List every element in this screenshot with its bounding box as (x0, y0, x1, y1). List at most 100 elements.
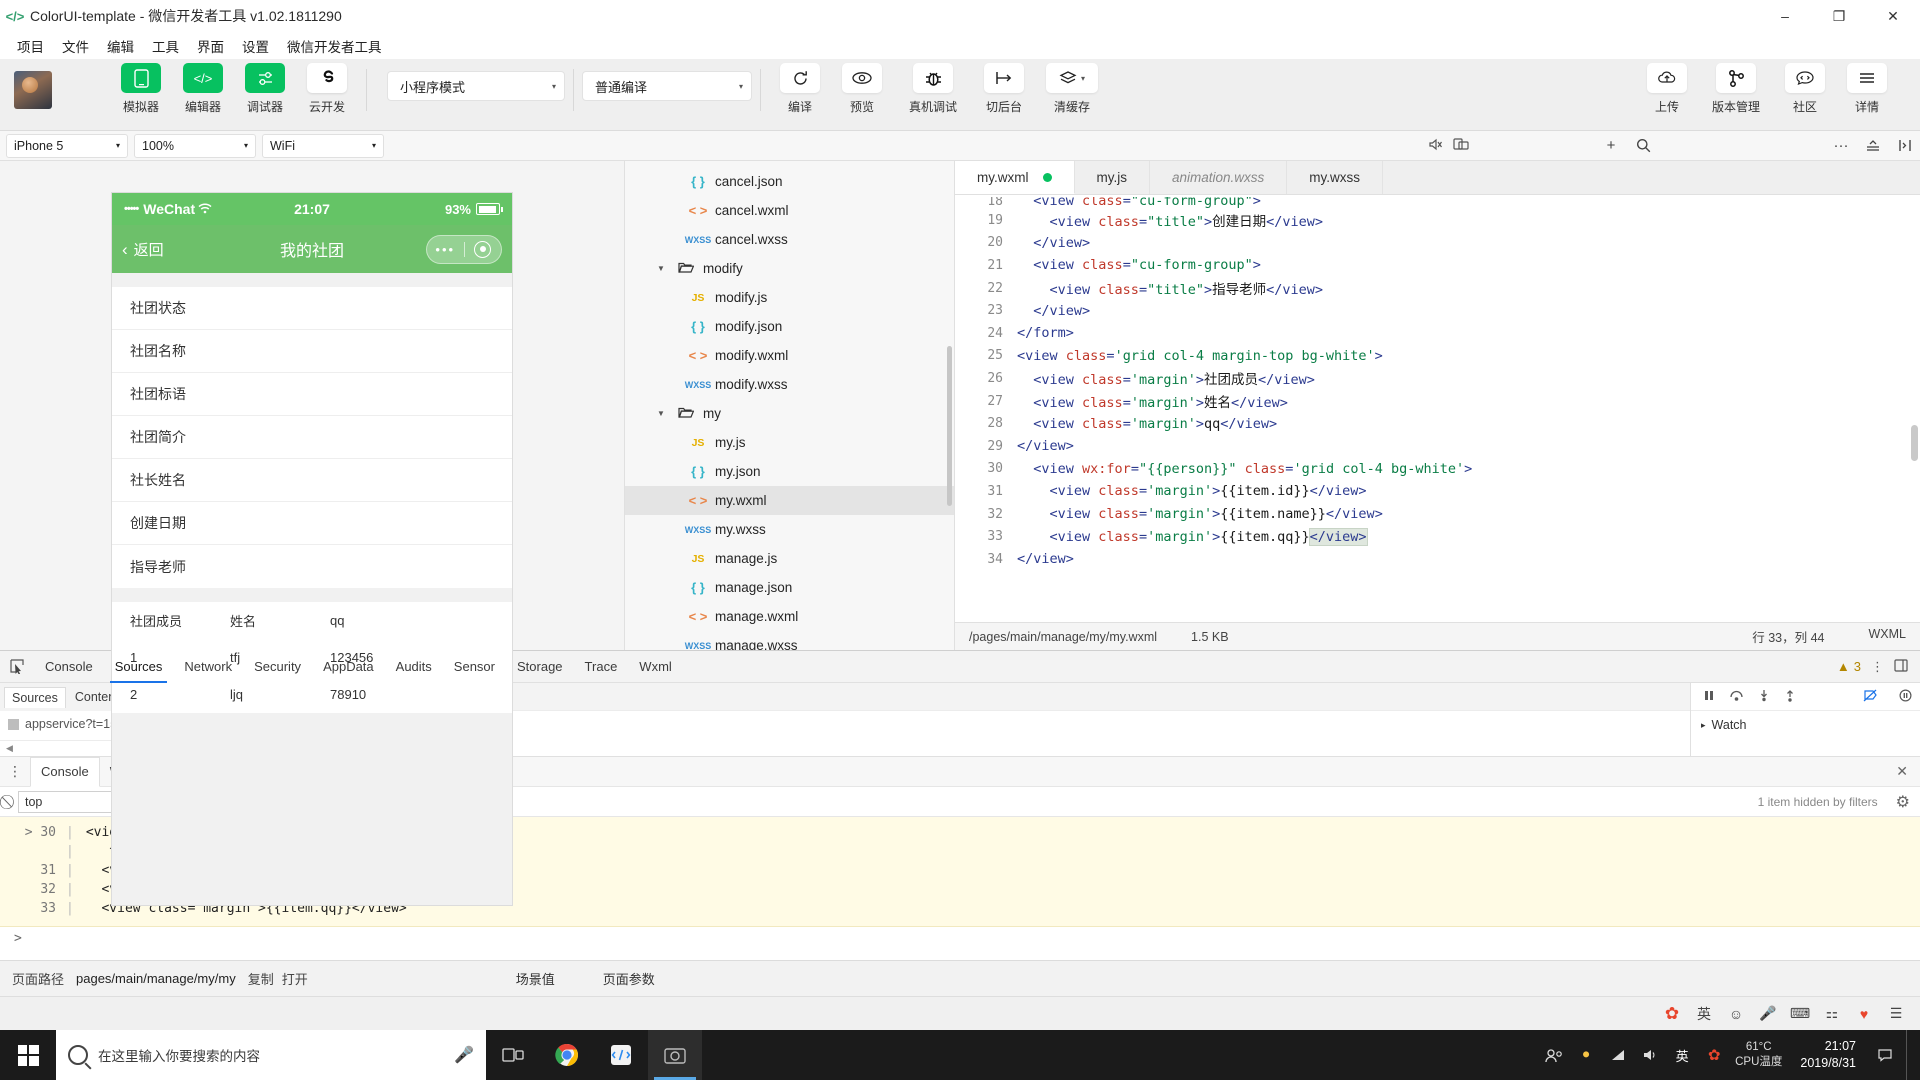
form-row[interactable]: 社团简介 (112, 416, 512, 459)
maximize-button[interactable]: ❐ (1812, 0, 1866, 33)
tree-file[interactable]: { } modify.json (625, 312, 954, 341)
search-icon[interactable] (1628, 133, 1658, 159)
language-mode[interactable]: WXML (1869, 627, 1907, 646)
tree-file[interactable]: WXSS modify.wxss (625, 370, 954, 399)
menu-item-file[interactable]: 文件 (53, 33, 98, 59)
toolbar-button-preview[interactable]: 预览 (831, 63, 893, 115)
devtools-tab-network[interactable]: Network (173, 651, 243, 683)
devtools-tab-sensor[interactable]: Sensor (443, 651, 506, 683)
taskbar-clock[interactable]: 21:07 2019/8/31 (1792, 1038, 1864, 1072)
new-file-icon[interactable]: + (1596, 133, 1626, 159)
rotate-screen-icon[interactable] (1448, 137, 1474, 154)
target-icon[interactable] (465, 240, 502, 258)
tree-scrollbar[interactable] (947, 346, 952, 506)
smiley-icon[interactable]: ☺ (1726, 1004, 1746, 1024)
pause-icon[interactable] (1703, 689, 1715, 705)
inspect-cursor-icon[interactable] (0, 659, 34, 674)
sogou-icon[interactable]: ✿ (1703, 1044, 1725, 1066)
toolbar-button-details[interactable]: 详情 (1836, 63, 1898, 115)
split-view-icon[interactable] (1890, 133, 1920, 159)
pause-exceptions-icon[interactable] (1899, 688, 1920, 705)
gear-icon[interactable]: ⚙ (1886, 792, 1910, 812)
editor-tab[interactable]: animation.wxss (1150, 161, 1288, 194)
chrome-icon[interactable] (540, 1030, 594, 1080)
people-icon[interactable] (1543, 1044, 1565, 1066)
network-icon[interactable] (1607, 1044, 1629, 1066)
mute-icon[interactable] (1422, 138, 1448, 154)
sogou-logo-icon[interactable]: ✿ (1662, 1004, 1682, 1024)
ime-icon[interactable]: 英 (1671, 1044, 1693, 1066)
form-row[interactable]: 社团状态 (112, 287, 512, 330)
form-row[interactable]: 指导老师 (112, 545, 512, 588)
windows-start-icon[interactable] (0, 1030, 56, 1080)
menu-item-devtools[interactable]: 微信开发者工具 (278, 33, 391, 59)
toolbar-button-editor[interactable]: </> 编辑器 (172, 63, 234, 115)
ellipsis-icon[interactable]: ··· (1826, 133, 1856, 159)
tree-folder[interactable]: ▼ modify (625, 254, 954, 283)
volume-icon[interactable] (1639, 1044, 1661, 1066)
editor-tab[interactable]: my.js (1075, 161, 1150, 194)
form-row[interactable]: 创建日期 (112, 502, 512, 545)
microphone-icon[interactable]: 🎤 (454, 1045, 474, 1065)
page-params-label[interactable]: 页面参数 (579, 969, 679, 988)
minimize-button[interactable]: – (1758, 0, 1812, 33)
scene-value-label[interactable]: 场景值 (492, 969, 579, 988)
toolbar-button-background[interactable]: 切后台 (973, 63, 1035, 115)
dock-panel-icon[interactable] (1894, 658, 1908, 675)
nav-back-button[interactable]: ‹ 返回 (122, 239, 164, 260)
ellipsis-icon[interactable]: ••• (427, 242, 464, 257)
devtools-tab-trace[interactable]: Trace (574, 651, 629, 683)
tree-file[interactable]: < > manage.wxml (625, 602, 954, 631)
collapse-all-icon[interactable] (1858, 133, 1888, 159)
devtools-tab-storage[interactable]: Storage (506, 651, 574, 683)
menu-item-project[interactable]: 项目 (8, 33, 53, 59)
devtools-tab-console[interactable]: Console (34, 651, 104, 683)
menu-icon[interactable]: ☰ (1886, 1004, 1906, 1024)
shield-icon[interactable]: ⚫ (1575, 1044, 1597, 1066)
heart-icon[interactable]: ♥ (1854, 1004, 1874, 1024)
tree-folder[interactable]: ▼ my (625, 399, 954, 428)
taskbar-search[interactable]: 在这里输入你要搜索的内容 🎤 (56, 1030, 486, 1080)
chevron-down-icon[interactable]: ▼ (653, 409, 669, 418)
tree-file[interactable]: WXSS manage.wxss (625, 631, 954, 650)
tree-file[interactable]: < > my.wxml (625, 486, 954, 515)
devtools-tab-sources[interactable]: Sources (104, 651, 174, 683)
keyboard-icon[interactable]: ⌨ (1790, 1004, 1810, 1024)
compile-select[interactable]: 普通编译 ▾ (582, 71, 752, 101)
mic-icon[interactable]: 🎤 (1758, 1004, 1778, 1024)
ime-chinese-icon[interactable]: 英 (1694, 1004, 1714, 1024)
toolbar-button-simulator[interactable]: 模拟器 (110, 63, 172, 115)
toolbar-button-version[interactable]: 版本管理 (1698, 63, 1774, 115)
menu-item-settings[interactable]: 设置 (233, 33, 278, 59)
console-prompt[interactable]: > (0, 927, 1920, 946)
toolbar-button-clear-cache[interactable]: ▾ 清缓存 (1035, 63, 1109, 115)
warning-badge[interactable]: ▲ 3 (1837, 659, 1861, 674)
kebab-menu-icon[interactable]: ⋮ (0, 763, 30, 780)
devtools-tab-audits[interactable]: Audits (385, 651, 443, 683)
chevron-down-icon[interactable]: ▼ (653, 264, 669, 273)
toolbar-button-compile[interactable]: 编译 (769, 63, 831, 115)
deactivate-breakpoints-icon[interactable] (1863, 689, 1885, 705)
close-button[interactable]: ✕ (1866, 0, 1920, 33)
tree-file[interactable]: WXSS cancel.wxss (625, 225, 954, 254)
tree-file[interactable]: WXSS my.wxss (625, 515, 954, 544)
editor-tab[interactable]: my.wxss (1287, 161, 1384, 194)
screenshot-icon[interactable] (648, 1030, 702, 1080)
code-editor[interactable]: 18 <view class="cu-form-group"> 19 <view … (955, 195, 1920, 622)
file-tree[interactable]: { } cancel.json < > cancel.wxml WXSS cancel.w… (625, 161, 954, 650)
wechat-devtools-icon[interactable] (594, 1030, 648, 1080)
devtools-tab-security[interactable]: Security (243, 651, 312, 683)
editor-tab[interactable]: my.wxml (955, 161, 1075, 194)
user-avatar[interactable] (14, 71, 52, 109)
network-select[interactable]: WiFi ▾ (262, 133, 384, 158)
toolbar-button-community[interactable]: 社区 (1774, 63, 1836, 115)
console-tab[interactable]: Console (30, 756, 100, 787)
form-row[interactable]: 社长姓名 (112, 459, 512, 502)
zoom-select[interactable]: 100% ▾ (134, 133, 256, 158)
devtools-tab-appdata[interactable]: AppData (312, 651, 385, 683)
toolbar-button-debugger[interactable]: 调试器 (234, 63, 296, 115)
tree-file[interactable]: JS manage.js (625, 544, 954, 573)
tree-file[interactable]: < > modify.wxml (625, 341, 954, 370)
close-icon[interactable]: ✕ (1896, 763, 1920, 780)
watch-section[interactable]: ▸ Watch (1691, 711, 1920, 739)
